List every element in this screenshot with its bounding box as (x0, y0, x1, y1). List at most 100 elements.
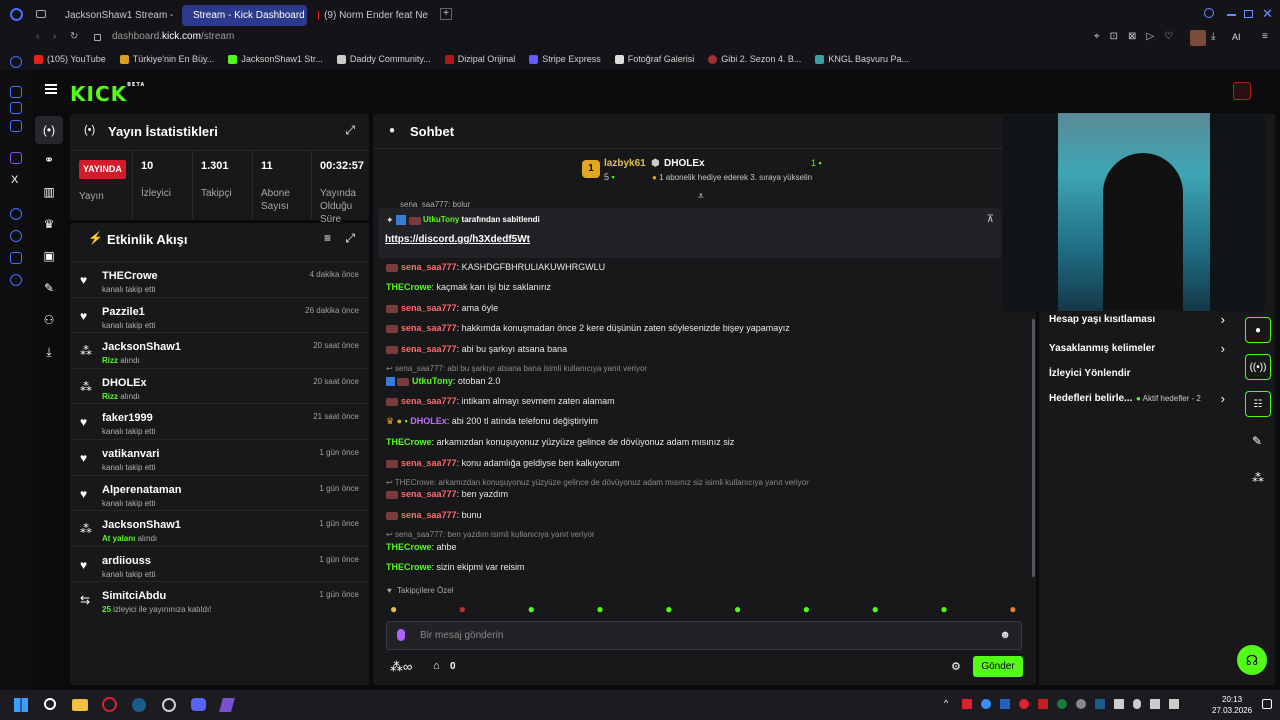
activity-user[interactable]: JacksonShaw1 (102, 341, 181, 353)
tray-expand-icon[interactable]: ^ (944, 698, 948, 708)
nav-media-icon[interactable]: ▣ (41, 248, 57, 264)
forward-icon[interactable]: › (53, 31, 56, 42)
network-icon[interactable] (1169, 699, 1179, 709)
tray-icon[interactable] (981, 699, 991, 709)
hamburger-menu-icon[interactable] (45, 84, 57, 94)
sidebar-player-icon[interactable] (10, 208, 22, 220)
bookmark-fotograf[interactable]: Fotoğraf Galerisi (614, 54, 694, 64)
tray-icon[interactable] (1000, 699, 1010, 709)
chat-username[interactable]: sena_saa777 (401, 344, 457, 354)
support-headset-button[interactable]: ☊ (1237, 645, 1267, 675)
shield-icon[interactable]: ⊠ (1128, 31, 1136, 42)
activity-user[interactable]: ardiiouss (102, 555, 151, 567)
emote-icon[interactable]: ● (459, 602, 466, 616)
user-avatar[interactable] (1233, 82, 1251, 100)
chat-username[interactable]: THECrowe (386, 282, 432, 292)
bookmark-stripe[interactable]: Stripe Express (529, 54, 601, 64)
search-icon[interactable] (1204, 8, 1214, 18)
gifter-name[interactable]: DHOLEx (664, 158, 705, 169)
send-button[interactable]: Gönder (973, 656, 1023, 677)
maximize-button[interactable] (1244, 10, 1253, 18)
pinned-by-user[interactable]: UtkuTony (423, 215, 459, 224)
notifications-icon[interactable] (1262, 699, 1272, 709)
nav-users-icon[interactable]: ⚇ (41, 312, 57, 328)
chat-message[interactable]: THECrowe: ahbe (386, 542, 457, 552)
nav-download-icon[interactable]: ⤓ (41, 344, 57, 360)
nav-trophy-icon[interactable]: ♛ (41, 216, 57, 232)
chat-message[interactable]: sena_saa777: ama öyle (386, 303, 498, 313)
emote-icon[interactable]: ● (734, 602, 741, 616)
nav-analytics-icon[interactable]: ▥ (41, 184, 57, 200)
microphone-icon[interactable] (1133, 699, 1141, 709)
app-icon[interactable] (219, 698, 235, 712)
infinity-icon[interactable]: ⁂∞ (390, 659, 412, 675)
bookmark-jackson[interactable]: JacksonShaw1 Str... (228, 54, 323, 64)
bookmark-gibi[interactable]: Gibi 2. Sezon 4. B... (708, 54, 801, 64)
leader-name[interactable]: lazbyk61 (604, 158, 646, 169)
tray-icon[interactable] (1019, 699, 1029, 709)
pinned-link[interactable]: https://discord.gg/h3Xdedf5Wt (385, 234, 530, 245)
activity-user[interactable]: Alperenataman (102, 484, 181, 496)
chat-message[interactable]: ♛ ● ▪ DHOLEx: abi 200 tl atında telefonu… (386, 416, 598, 427)
profile-avatar[interactable] (1190, 30, 1206, 46)
nav-tools-icon[interactable]: ✎ (41, 280, 57, 296)
tray-icon[interactable] (1076, 699, 1086, 709)
emote-icon[interactable]: ● (596, 602, 603, 616)
bookmark-daddy[interactable]: Daddy Community... (336, 54, 431, 64)
aria-ai-button[interactable]: AI (1232, 32, 1241, 42)
broadcast-toggle-button[interactable]: ((•)) (1245, 354, 1271, 380)
activity-row[interactable]: ⇆ SimitciAbdu 25 izleyici ile yayınınıza k… (70, 581, 369, 616)
unpin-icon[interactable]: ⊼ (987, 214, 994, 225)
store-icon[interactable]: ⌂ (433, 660, 440, 672)
activity-user[interactable]: JacksonShaw1 (102, 519, 181, 531)
activity-user[interactable]: DHOLEx (102, 377, 147, 389)
sidebar-settings-icon[interactable] (10, 274, 22, 286)
chat-message[interactable]: sena_saa777: bunu (386, 510, 482, 520)
url-field[interactable]: dashboard.kick.com/stream (112, 31, 234, 42)
taskbar-search-icon[interactable] (44, 698, 56, 710)
chat-username[interactable]: sena_saa777 (401, 303, 457, 313)
sidebar-twitch-icon[interactable] (10, 152, 22, 164)
emote-icon[interactable]: ● (872, 602, 879, 616)
app-icon[interactable] (162, 698, 176, 712)
setting-goals[interactable]: Hedefleri belirle... ● Aktif hedefler - 2… (1049, 391, 1225, 409)
emote-icon[interactable]: ● (1009, 602, 1016, 616)
file-explorer-icon[interactable] (72, 699, 88, 711)
chat-username[interactable]: sena_saa777 (401, 489, 457, 499)
tray-icon[interactable] (962, 699, 972, 709)
volume-icon[interactable] (1150, 699, 1160, 709)
activity-row[interactable]: ♥ ardiiouss kanalı takip etti 1 gün önce (70, 545, 369, 581)
chat-username[interactable]: DHOLEx (410, 416, 447, 426)
setting-banned-words[interactable]: Yasaklanmış kelimeler › (1049, 341, 1225, 359)
download-icon[interactable]: ⤓ (1211, 31, 1215, 42)
chat-username[interactable]: THECrowe (386, 542, 432, 552)
tray-icon[interactable] (1038, 699, 1048, 709)
new-tab-button[interactable]: + (440, 8, 452, 20)
tray-icon[interactable] (1114, 699, 1124, 709)
tab-switcher-icon[interactable] (36, 10, 46, 18)
pin-icon[interactable]: ⌖ (1094, 31, 1100, 42)
kick-logo[interactable]: KICKBETA (70, 82, 145, 106)
chat-message[interactable]: sena_saa777: abi bu şarkıyı atsana bana (386, 344, 567, 354)
opera-logo-icon[interactable] (10, 8, 23, 21)
emote-icon[interactable]: ● (940, 602, 947, 616)
heart-outline-icon[interactable]: ♡ (1164, 31, 1173, 42)
activity-row[interactable]: ⁂ JacksonShaw1 At yalanı alındı 1 gün önce (70, 510, 369, 545)
chat-message[interactable]: sena_saa777: intikam almayı sevmem zaten… (386, 396, 615, 406)
tab-kick-dashboard[interactable]: Stream - Kick Dashboard (182, 5, 307, 26)
activity-row[interactable]: ♥ vatikanvari kanalı takip etti 1 gün önce (70, 439, 369, 474)
sidebar-x-icon[interactable]: X (11, 174, 18, 186)
chat-username[interactable]: UtkuTony (412, 376, 453, 386)
emote-icon[interactable]: ● (803, 602, 810, 616)
nav-link-icon[interactable]: ⚭ (41, 152, 57, 168)
chat-username[interactable]: sena_saa777 (401, 396, 457, 406)
activity-row[interactable]: ♥ faker1999 kanalı takip etti 21 saat önce (70, 403, 369, 438)
sidebar-speed-dial-icon[interactable] (10, 56, 22, 68)
chat-username[interactable]: sena_saa777 (401, 323, 457, 333)
chat-message[interactable]: THECrowe: kaçmak karı işi biz saklanırız (386, 282, 551, 292)
setting-redirect-viewers[interactable]: İzleyici Yönlendir (1049, 368, 1225, 384)
sidebar-cube-icon[interactable] (10, 252, 22, 264)
chat-settings-icon[interactable]: ⚙ (951, 660, 961, 673)
play-icon[interactable]: ▷ (1146, 31, 1154, 42)
filter-icon[interactable]: ≡ (324, 231, 331, 245)
